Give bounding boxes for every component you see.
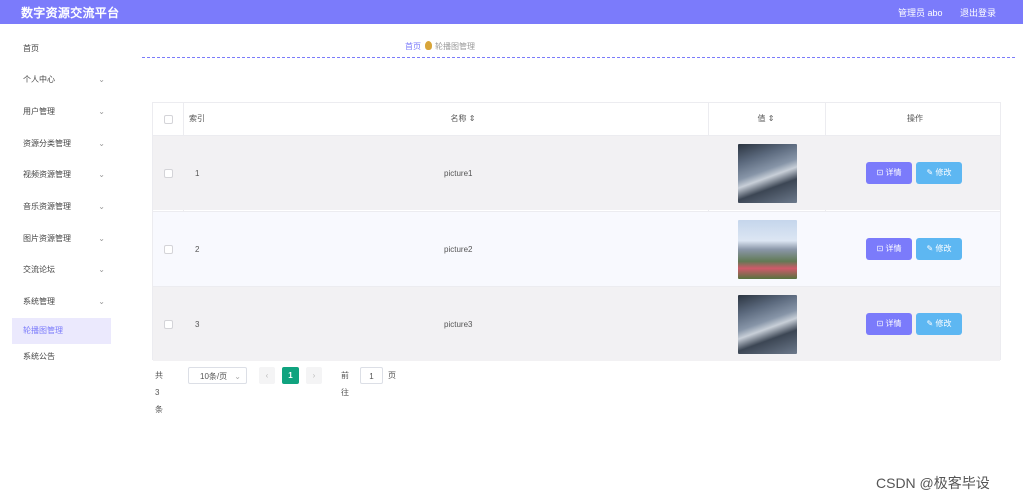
watermark: CSDN @极客毕设 (876, 475, 990, 491)
sidebar-menu: 首页 个人中心 ⌄ 用户管理 ⌄ 资源分类管理 ⌄ 视频资源管理 ⌄ 音乐资源管理 ⌄ 图… (0, 24, 120, 500)
column-header-value[interactable]: 值 ⇕ (736, 103, 796, 135)
column-header-name-label: 名称 (450, 114, 467, 123)
carousel-table: 索引 名称 ⇕ 值 ⇕ 操作 1 picture1 ⊡ 详情 ✎ 修改 2 pi… (152, 102, 1001, 361)
lightbulb-icon (425, 41, 432, 50)
sidebar-item-label: 资源分类管理 (23, 139, 71, 148)
page-size-value: 10条/页 (200, 372, 228, 381)
sort-icon: ⇕ (767, 114, 775, 123)
sidebar-item-label: 交流论坛 (23, 265, 55, 274)
detail-button[interactable]: ⊡ 详情 (866, 238, 912, 260)
chevron-down-icon: ⌄ (98, 139, 105, 148)
sidebar-item-label: 系统管理 (23, 297, 55, 306)
sidebar-item-label: 视频资源管理 (23, 170, 71, 179)
sidebar-item-personal-center[interactable]: 个人中心 ⌄ (12, 67, 111, 93)
sidebar-item-image-resources[interactable]: 图片资源管理 ⌄ (12, 226, 111, 252)
column-header-name[interactable]: 名称 ⇕ (433, 103, 493, 135)
chevron-down-icon: ⌄ (98, 170, 105, 179)
sidebar-item-home[interactable]: 首页 (12, 36, 111, 62)
row-name: picture1 (444, 169, 473, 178)
row-checkbox[interactable] (164, 320, 173, 329)
table-row: 1 picture1 ⊡ 详情 ✎ 修改 (153, 135, 1000, 210)
row-index: 2 (195, 245, 200, 254)
chevron-down-icon: ⌄ (98, 202, 105, 211)
breadcrumb-divider (142, 57, 1015, 58)
select-all-checkbox[interactable] (164, 115, 173, 124)
row-checkbox[interactable] (164, 169, 173, 178)
chevron-down-icon: ⌄ (98, 265, 105, 274)
sidebar-item-announcements[interactable]: 系统公告 (12, 344, 111, 370)
page-number-1[interactable]: 1 (282, 367, 299, 384)
edit-button[interactable]: ✎ 修改 (916, 238, 962, 260)
breadcrumb-current: 轮播图管理 (435, 42, 475, 51)
sidebar-item-label: 个人中心 (23, 75, 55, 84)
detail-button[interactable]: ⊡ 详情 (866, 162, 912, 184)
sidebar-item-music-resources[interactable]: 音乐资源管理 ⌄ (12, 194, 111, 220)
logout-link[interactable]: 退出登录 (960, 6, 996, 19)
page-size-select[interactable]: 10条/页 ⌄ (188, 367, 247, 384)
admin-user-label: 管理员 abo (898, 8, 943, 18)
app-title: 数字资源交流平台 (21, 6, 120, 20)
sidebar-item-video-resources[interactable]: 视频资源管理 ⌄ (12, 162, 111, 188)
goto-page-input[interactable]: 1 (360, 367, 383, 384)
table-row: 3 picture3 ⊡ 详情 ✎ 修改 (153, 286, 1000, 361)
sort-icon: ⇕ (468, 114, 476, 123)
prev-page-button[interactable]: ‹ (259, 367, 275, 384)
carousel-thumbnail (738, 295, 797, 354)
chevron-down-icon: ⌄ (98, 297, 105, 306)
table-row: 2 picture2 ⊡ 详情 ✎ 修改 (153, 211, 1000, 286)
sidebar-item-user-management[interactable]: 用户管理 ⌄ (12, 99, 111, 125)
sidebar-item-label: 系统公告 (23, 352, 55, 361)
carousel-thumbnail (738, 144, 797, 203)
sidebar-item-carousel-management[interactable]: 轮播图管理 (12, 318, 111, 344)
sidebar-item-label: 音乐资源管理 (23, 202, 71, 211)
carousel-thumbnail (738, 220, 797, 279)
row-name: picture2 (444, 245, 473, 254)
sidebar-item-forum[interactable]: 交流论坛 ⌄ (12, 257, 111, 283)
sidebar-item-label: 图片资源管理 (23, 234, 71, 243)
pagination-total: 共 3 条 (155, 371, 163, 414)
chevron-down-icon: ⌄ (98, 234, 105, 243)
chevron-down-icon: ⌄ (98, 75, 105, 84)
sidebar-item-resource-category[interactable]: 资源分类管理 ⌄ (12, 131, 111, 157)
row-index: 1 (195, 169, 200, 178)
sidebar-item-label: 轮播图管理 (23, 326, 63, 335)
chevron-down-icon: ⌄ (98, 107, 105, 116)
breadcrumb: 首页 轮播图管理 (405, 41, 475, 52)
top-bar: 数字资源交流平台 管理员 abo 退出登录 (0, 0, 1023, 24)
chevron-down-icon: ⌄ (234, 372, 241, 381)
column-header-value-label: 值 (757, 114, 766, 123)
goto-suffix: 页 (388, 371, 396, 380)
detail-button[interactable]: ⊡ 详情 (866, 313, 912, 335)
next-page-button[interactable]: › (306, 367, 322, 384)
row-checkbox[interactable] (164, 245, 173, 254)
column-header-index: 索引 (189, 114, 205, 123)
row-index: 3 (195, 320, 200, 329)
row-name: picture3 (444, 320, 473, 329)
edit-button[interactable]: ✎ 修改 (916, 313, 962, 335)
sidebar-item-label: 用户管理 (23, 107, 55, 116)
sidebar-item-label: 首页 (23, 44, 39, 53)
sidebar-item-system-management[interactable]: 系统管理 ⌄ (12, 289, 111, 315)
breadcrumb-home[interactable]: 首页 (405, 42, 421, 51)
goto-label: 前往 (341, 371, 349, 397)
column-header-actions: 操作 (907, 114, 923, 123)
edit-button[interactable]: ✎ 修改 (916, 162, 962, 184)
